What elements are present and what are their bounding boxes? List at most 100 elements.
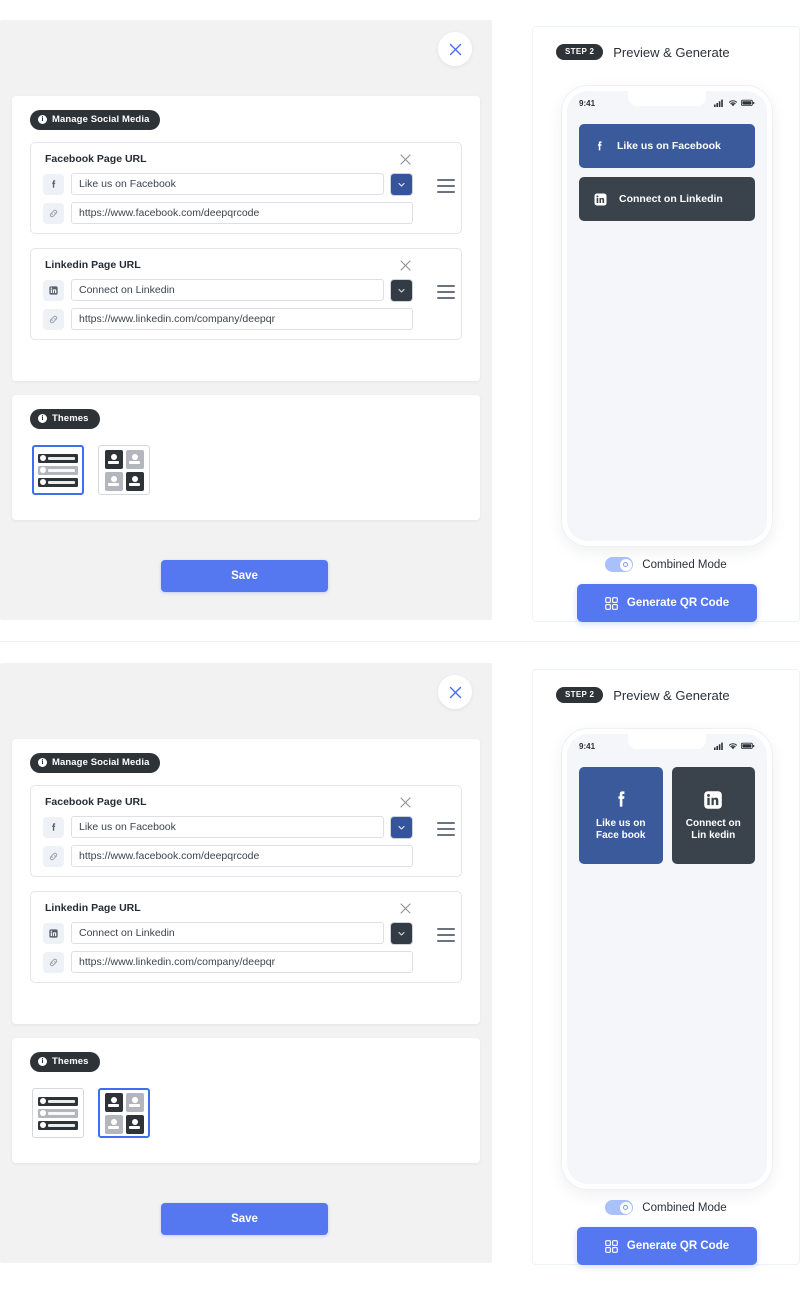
link-icon <box>43 308 64 330</box>
drag-handle-icon <box>437 928 455 930</box>
remove-entry-button[interactable] <box>397 257 413 273</box>
social-entry-linkedin: Linkedin Page URL Connect on Linkedin ht… <box>30 891 462 983</box>
remove-entry-button[interactable] <box>397 151 413 167</box>
combined-mode-row: Combined Mode <box>533 1200 799 1215</box>
status-time: 9:41 <box>579 741 596 751</box>
social-entry-linkedin: Linkedin Page URL Connect on Linkedin ht… <box>30 248 462 340</box>
generate-button-label: Generate QR Code <box>626 1240 730 1252</box>
facebook-url-input[interactable]: https://www.facebook.com/deepqrcode <box>71 202 413 224</box>
combined-mode-toggle[interactable] <box>605 1200 634 1215</box>
info-icon: i <box>38 758 47 767</box>
step-badge: STEP 2 <box>556 44 604 60</box>
drag-handle-icon <box>437 822 455 824</box>
generate-qr-code-button[interactable]: Generate QR Code <box>577 1227 757 1265</box>
theme-option-list[interactable] <box>32 1088 84 1138</box>
linkedin-color-dropdown[interactable] <box>391 922 412 944</box>
manage-social-media-pill: i Manage Social Media <box>30 753 161 773</box>
facebook-color-dropdown[interactable] <box>391 816 412 838</box>
preview-button-label: Like us on Facebook <box>617 140 721 152</box>
social-entry-facebook: Facebook Page URL Like us on Facebook ht… <box>30 142 462 234</box>
drag-handle-icon <box>437 179 455 181</box>
qr-code-icon <box>605 596 618 610</box>
facebook-icon <box>618 790 625 807</box>
close-modal-button[interactable] <box>438 32 472 66</box>
linkedin-url-input[interactable]: https://www.linkedin.com/company/deepqr <box>71 308 413 330</box>
entry-url-row: https://www.linkedin.com/company/deepqr <box>43 951 413 973</box>
linkedin-url-input[interactable]: https://www.linkedin.com/company/deepqr <box>71 951 413 973</box>
battery-icon <box>741 742 755 750</box>
close-icon <box>399 153 411 165</box>
entry-url-row: https://www.facebook.com/deepqrcode <box>43 202 413 224</box>
facebook-title-input[interactable]: Like us on Facebook <box>71 816 384 838</box>
chevron-down-icon <box>398 825 405 830</box>
drag-handle-icon <box>437 285 455 287</box>
close-icon <box>399 902 411 914</box>
preview-title: Preview & Generate <box>613 687 730 703</box>
drag-handle[interactable] <box>437 179 455 193</box>
themes-pill: i Themes <box>30 1052 100 1072</box>
drag-handle[interactable] <box>437 285 455 299</box>
wifi-icon <box>728 743 738 750</box>
entry-title: Facebook Page URL <box>45 796 147 808</box>
combined-mode-toggle[interactable] <box>605 557 634 572</box>
info-icon: i <box>38 1057 47 1066</box>
save-button[interactable]: Save <box>161 1203 328 1235</box>
drag-handle[interactable] <box>437 822 455 836</box>
facebook-url-input[interactable]: https://www.facebook.com/deepqrcode <box>71 845 413 867</box>
remove-entry-button[interactable] <box>397 900 413 916</box>
close-icon <box>399 259 411 271</box>
entry-url-row: https://www.facebook.com/deepqrcode <box>43 845 413 867</box>
chevron-down-icon <box>398 182 405 187</box>
linkedin-title-input[interactable]: Connect on Linkedin <box>71 279 384 301</box>
preview-button-facebook[interactable]: Like us on Facebook <box>579 124 755 168</box>
save-button[interactable]: Save <box>161 560 328 592</box>
facebook-title-input[interactable]: Like us on Facebook <box>71 173 384 195</box>
preview-panel: STEP 2 Preview & Generate 9:41 Like us o… <box>532 669 800 1265</box>
phone-content-grid: Like us on Face book Connect on Lin kedi… <box>567 758 767 864</box>
phone-mockup: 9:41 Like us on Facebook Connect on Link… <box>562 86 772 546</box>
preview-title: Preview & Generate <box>613 44 730 60</box>
page-root: i Manage Social Media Facebook Page URL <box>0 0 800 1290</box>
linkedin-icon <box>43 922 64 944</box>
generate-qr-code-button[interactable]: Generate QR Code <box>577 584 757 622</box>
facebook-color-dropdown[interactable] <box>391 173 412 195</box>
preview-button-label: Connect on Linkedin <box>619 193 723 205</box>
phone-mockup: 9:41 Like us on Face book Connect on Lin… <box>562 729 772 1189</box>
theme-options <box>32 445 150 495</box>
drag-handle[interactable] <box>437 928 455 942</box>
themes-pill: i Themes <box>30 409 100 429</box>
linkedin-icon <box>43 279 64 301</box>
facebook-icon <box>597 140 602 150</box>
preview-button-linkedin[interactable]: Connect on Linkedin <box>579 177 755 221</box>
close-icon <box>449 43 461 55</box>
themes-card: i Themes <box>12 1038 480 1163</box>
social-media-modal: i Manage Social Media Facebook Page URL <box>0 663 492 1263</box>
status-time: 9:41 <box>579 98 596 108</box>
theme-option-grid[interactable] <box>98 445 150 495</box>
remove-entry-button[interactable] <box>397 794 413 810</box>
theme-options <box>32 1088 150 1138</box>
linkedin-icon <box>704 790 723 809</box>
themes-card: i Themes <box>12 395 480 520</box>
close-icon <box>449 686 461 698</box>
preview-tile-label: Connect on Lin kedin <box>685 817 741 842</box>
chevron-down-icon <box>398 288 405 293</box>
social-entry-facebook: Facebook Page URL Like us on Facebook ht… <box>30 785 462 877</box>
close-modal-button[interactable] <box>438 675 472 709</box>
linkedin-color-dropdown[interactable] <box>391 279 412 301</box>
preview-tile-linkedin[interactable]: Connect on Lin kedin <box>671 767 755 864</box>
modal-topbar <box>0 663 492 721</box>
qr-code-icon <box>605 1239 618 1253</box>
theme-option-list[interactable] <box>32 445 84 495</box>
phone-content-list: Like us on Facebook Connect on Linkedin <box>567 115 767 221</box>
pill-label: Themes <box>52 1056 89 1067</box>
preview-tile-facebook[interactable]: Like us on Face book <box>579 767 663 864</box>
preview-panel: STEP 2 Preview & Generate 9:41 Like us o… <box>532 26 800 622</box>
entry-title-row: Connect on Linkedin <box>43 922 412 944</box>
link-icon <box>43 202 64 224</box>
theme-option-grid[interactable] <box>98 1088 150 1138</box>
entry-title-row: Like us on Facebook <box>43 816 412 838</box>
linkedin-title-input[interactable]: Connect on Linkedin <box>71 922 384 944</box>
phone-status-bar: 9:41 <box>567 91 767 115</box>
entry-title-row: Like us on Facebook <box>43 173 412 195</box>
